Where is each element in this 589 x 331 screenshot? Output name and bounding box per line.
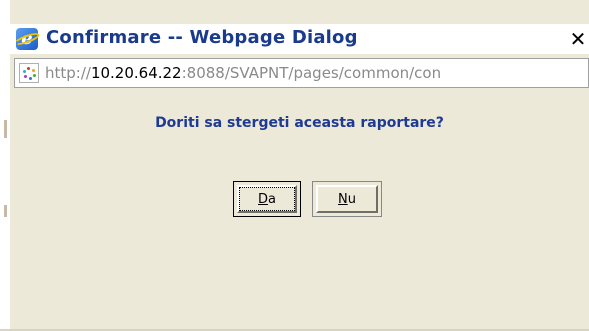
ie-icon: e [13,28,41,50]
window-title: Confirmare -- Webpage Dialog [46,27,358,48]
close-icon: ✕ [569,27,587,51]
no-button[interactable]: Nu [312,181,382,217]
url-scheme: http:// [45,64,91,82]
no-button-access-key: N [338,191,348,207]
no-button-face: Nu [316,185,378,213]
background-window-edge [0,0,10,331]
url-host: 10.20.64.22 [90,64,182,82]
yes-button-face: Da [237,185,297,213]
confirm-message: Doriti sa stergeti aceasta raportare? [155,115,444,131]
background-fragment [4,205,7,217]
no-button-label-rest: u [347,191,356,207]
yes-button[interactable]: Da [233,181,301,217]
address-url[interactable]: http://10.20.64.22:8088/SVAPNT/pages/com… [45,64,441,82]
confirm-dialog: e Confirmare -- Webpage Dialog ✕ http://… [10,0,589,331]
close-button[interactable]: ✕ [567,28,589,50]
address-bar[interactable]: http://10.20.64.22:8088/SVAPNT/pages/com… [14,58,589,88]
page-loading-icon [19,63,39,83]
title-bar[interactable]: e Confirmare -- Webpage Dialog ✕ [10,24,589,54]
background-fragment [4,120,7,138]
yes-button-access-key: D [258,191,269,207]
url-path: :8088/SVAPNT/pages/common/con [181,64,442,82]
yes-button-label-rest: a [268,191,276,207]
